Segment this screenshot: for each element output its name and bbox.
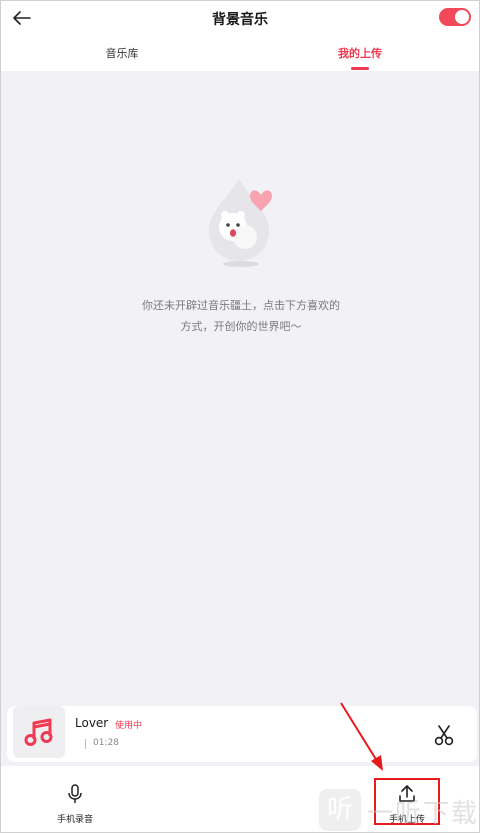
watermark-text: 一听下载 bbox=[367, 799, 480, 829]
watermark-logo: 听 bbox=[319, 789, 361, 831]
watermark: 听 一听下载 bbox=[319, 789, 480, 832]
annotation-arrow bbox=[340, 702, 383, 771]
screen: 背景音乐 音乐库 我的上传 你还未开辟过音乐疆土，点击下方喜欢的 方式，开创你的… bbox=[0, 0, 480, 833]
